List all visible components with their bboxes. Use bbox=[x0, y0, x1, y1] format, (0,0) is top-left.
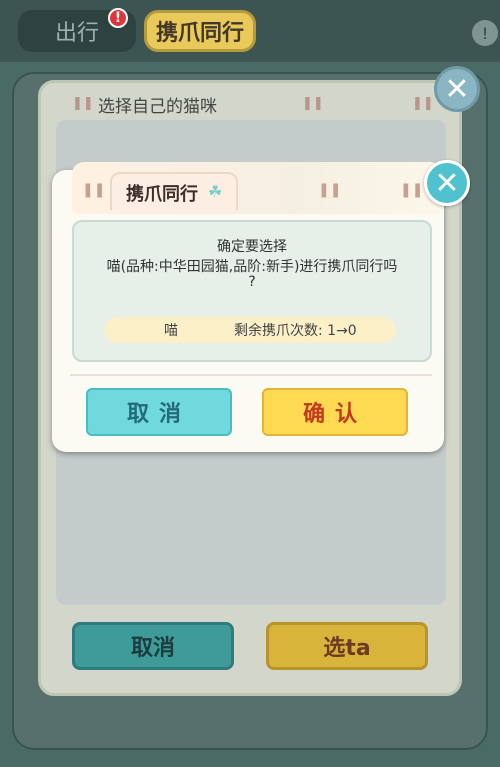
confirm-ok-button[interactable]: 确认 bbox=[262, 388, 408, 436]
clip-icon: ❚❚ bbox=[412, 96, 434, 111]
divider bbox=[70, 374, 432, 376]
remaining-count-text: 剩余携爪次数: 1→0 bbox=[234, 323, 357, 339]
message-line-2: 喵(品种:中华田园猫,品阶:新手)进行携爪同行吗 bbox=[106, 259, 398, 275]
tab-paw-together[interactable]: 携爪同行 bbox=[144, 10, 256, 52]
confirm-cancel-button[interactable]: 取消 bbox=[86, 388, 232, 436]
clover-icon: ☘ bbox=[208, 182, 223, 201]
confirm-close-icon[interactable]: ✕ bbox=[424, 160, 470, 206]
message-line-3: ? bbox=[248, 274, 256, 290]
message-line-1: 确定要选择 bbox=[217, 239, 287, 255]
notification-badge: ! bbox=[108, 8, 128, 28]
clip-icon: ❚❚ bbox=[82, 182, 106, 198]
select-cat-close-icon[interactable]: ✕ bbox=[434, 66, 480, 112]
select-cat-title: 选择自己的猫咪 bbox=[98, 97, 217, 117]
select-ta-button[interactable]: 选ta bbox=[266, 622, 428, 670]
confirm-dialog-title: 携爪同行 bbox=[126, 184, 198, 205]
top-info-icon[interactable]: ! bbox=[472, 20, 498, 46]
cat-name-text: 喵 bbox=[164, 323, 178, 339]
select-cat-cancel-button[interactable]: 取消 bbox=[72, 622, 234, 670]
clip-icon: ❚❚ bbox=[302, 96, 324, 111]
clip-icon: ❚❚ bbox=[72, 96, 94, 111]
clip-icon: ❚❚ bbox=[318, 182, 342, 198]
clip-icon: ❚❚ bbox=[400, 182, 424, 198]
